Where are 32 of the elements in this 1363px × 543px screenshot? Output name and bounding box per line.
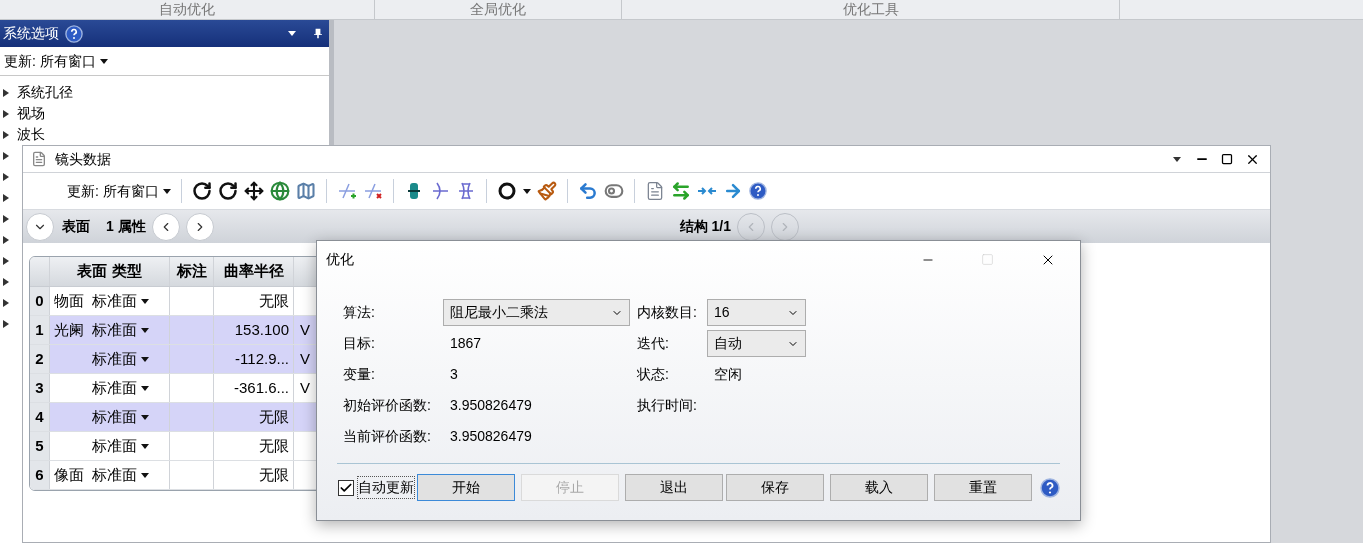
configuration-label: 结构 1/1 bbox=[679, 217, 732, 236]
field-label: 内核数目: bbox=[637, 303, 698, 322]
surface-type: 标准面 bbox=[92, 406, 137, 427]
field-value: 3.950826479 bbox=[449, 427, 532, 446]
surface-name: 物面 bbox=[54, 290, 85, 311]
window-title: 镜头数据 bbox=[55, 149, 111, 169]
surface-label: 表面 bbox=[62, 217, 90, 236]
row-number: 3 bbox=[30, 374, 50, 402]
row-number: 0 bbox=[30, 287, 50, 315]
surface-type: 标准面 bbox=[92, 348, 137, 369]
surface-type: 标准面 bbox=[92, 464, 137, 485]
field-label: 迭代: bbox=[637, 334, 670, 353]
field-value: 3.950826479 bbox=[449, 396, 532, 415]
panel-title: 系统选项 bbox=[3, 24, 59, 43]
surface-name: 光阑 bbox=[54, 319, 85, 340]
surface-type: 标准面 bbox=[92, 435, 137, 456]
field-value: 空闲 bbox=[713, 365, 742, 384]
surface-type: 标准面 bbox=[92, 377, 137, 398]
row-number: 2 bbox=[30, 345, 50, 373]
field-value: 1867 bbox=[449, 334, 482, 353]
property-label: 1 属性 bbox=[106, 217, 146, 236]
row-number: 5 bbox=[30, 432, 50, 460]
surface-name: 像面 bbox=[54, 464, 85, 485]
dialog-title: 优化 bbox=[326, 250, 354, 269]
row-number: 1 bbox=[30, 316, 50, 344]
field-label: 执行时间: bbox=[637, 396, 698, 415]
surface-type: 标准面 bbox=[92, 319, 137, 340]
field-value: 3 bbox=[449, 365, 458, 384]
row-number: 4 bbox=[30, 403, 50, 431]
row-number: 6 bbox=[30, 461, 50, 489]
surface-type: 标准面 bbox=[92, 290, 137, 311]
field-label: 状态: bbox=[637, 365, 670, 384]
